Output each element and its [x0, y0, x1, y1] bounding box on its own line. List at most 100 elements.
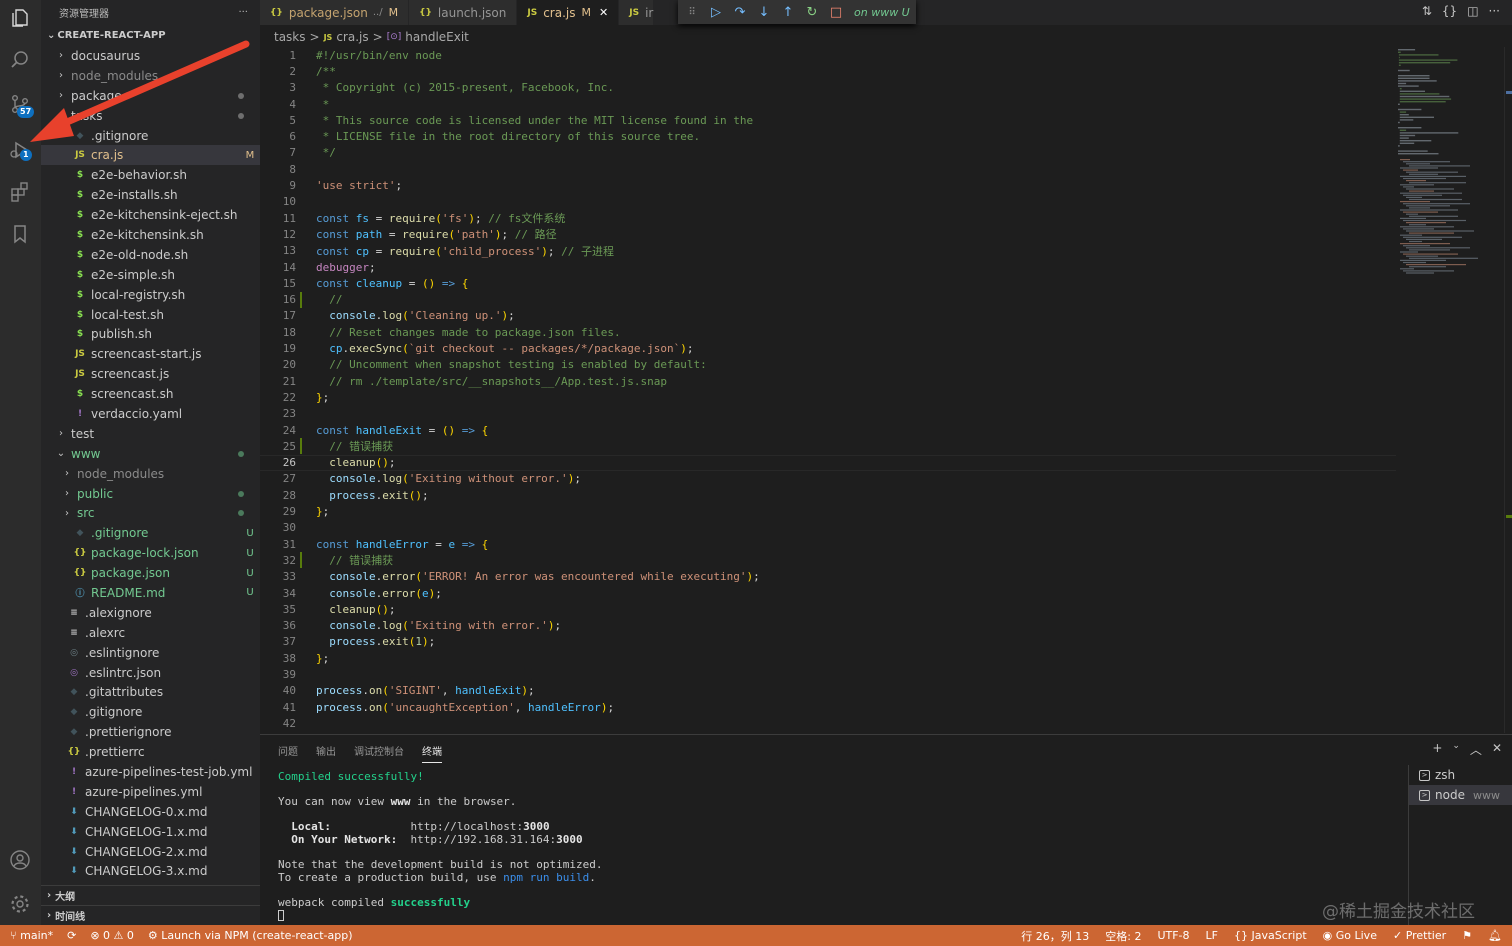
- line-number[interactable]: 32: [260, 554, 296, 567]
- code-line[interactable]: 5 * This source code is licensed under t…: [260, 112, 1396, 128]
- line-number[interactable]: 5: [260, 114, 296, 127]
- line-number[interactable]: 17: [260, 309, 296, 322]
- file-item[interactable]: ⬇ CHANGELOG-1.x.md: [41, 822, 260, 842]
- line-number[interactable]: 19: [260, 342, 296, 355]
- language-mode[interactable]: {} JavaScript: [1234, 929, 1307, 942]
- timeline-section[interactable]: › 时间线: [41, 905, 260, 925]
- line-number[interactable]: 39: [260, 668, 296, 681]
- folder-item[interactable]: › public: [41, 484, 260, 504]
- editor-tab[interactable]: {} launch.json: [409, 0, 518, 25]
- line-number[interactable]: 6: [260, 130, 296, 143]
- code-line[interactable]: 11 const fs = require('fs'); // fs文件系统: [260, 210, 1396, 226]
- sync-icon[interactable]: ⟳: [67, 929, 76, 942]
- file-item[interactable]: $ e2e-simple.sh: [41, 265, 260, 285]
- launch-config[interactable]: ⚙ Launch via NPM (create-react-app): [148, 929, 353, 942]
- editor-tab[interactable]: JS ir: [619, 0, 655, 25]
- line-number[interactable]: 40: [260, 684, 296, 697]
- code-line[interactable]: 37 process.exit(1);: [260, 634, 1396, 650]
- stop-icon[interactable]: □: [828, 5, 844, 20]
- code-line[interactable]: 8: [260, 161, 1396, 177]
- code-line[interactable]: 15 const cleanup = () => {: [260, 275, 1396, 291]
- code-line[interactable]: 1 #!/usr/bin/env node: [260, 47, 1396, 63]
- code-line[interactable]: 39: [260, 666, 1396, 682]
- code-line[interactable]: 27 console.log('Exiting without error.')…: [260, 471, 1396, 487]
- more-actions-icon[interactable]: ···: [1489, 4, 1500, 18]
- code-line[interactable]: 16 //: [260, 291, 1396, 308]
- bookmark-icon[interactable]: [8, 222, 32, 246]
- file-item[interactable]: ≡ .alexignore: [41, 603, 260, 623]
- folder-item[interactable]: › package: [41, 86, 260, 106]
- line-number[interactable]: 7: [260, 146, 296, 159]
- line-number[interactable]: 10: [260, 195, 296, 208]
- line-number[interactable]: 25: [260, 440, 296, 453]
- breadcrumb-symbol[interactable]: handleExit: [405, 30, 469, 44]
- folder-item[interactable]: › src: [41, 503, 260, 523]
- close-panel-icon[interactable]: ✕: [1492, 741, 1502, 758]
- folder-item[interactable]: ⌄ tasks: [41, 106, 260, 126]
- line-number[interactable]: 4: [260, 98, 296, 111]
- file-item[interactable]: $ e2e-installs.sh: [41, 185, 260, 205]
- line-number[interactable]: 28: [260, 489, 296, 502]
- file-item[interactable]: JS cra.js M: [41, 145, 260, 166]
- code-line[interactable]: 31 const handleError = e => {: [260, 536, 1396, 552]
- line-number[interactable]: 36: [260, 619, 296, 632]
- editor-tab[interactable]: {} package.json ../ M: [260, 0, 410, 25]
- code-line[interactable]: 33 console.error('ERROR! An error was en…: [260, 569, 1396, 585]
- code-line[interactable]: 10: [260, 194, 1396, 210]
- code-editor[interactable]: 1 #!/usr/bin/env node 2 /** 3 * Copyright (c…: [260, 47, 1396, 733]
- line-number[interactable]: 16: [260, 293, 296, 306]
- code-line[interactable]: 23: [260, 406, 1396, 422]
- code-line[interactable]: 13 const cp = require('child_process'); /…: [260, 243, 1396, 259]
- line-number[interactable]: 29: [260, 505, 296, 518]
- file-item[interactable]: ! verdaccio.yaml: [41, 404, 260, 424]
- outline-section[interactable]: › 大纲: [41, 885, 260, 905]
- search-icon[interactable]: [8, 48, 32, 72]
- more-actions-icon[interactable]: ···: [238, 7, 248, 18]
- line-number[interactable]: 41: [260, 701, 296, 714]
- line-number[interactable]: 24: [260, 424, 296, 437]
- file-item[interactable]: ! azure-pipelines-test-job.yml: [41, 762, 260, 782]
- file-item[interactable]: $ e2e-kitchensink-eject.sh: [41, 205, 260, 225]
- code-line[interactable]: 30: [260, 520, 1396, 536]
- continue-icon[interactable]: ▷: [708, 5, 724, 20]
- notifications-bell-icon[interactable]: 🔔︎: [1488, 929, 1502, 942]
- editor-tab[interactable]: JS cra.js M ✕: [517, 0, 620, 25]
- code-line[interactable]: 26 cleanup();: [260, 454, 1396, 471]
- panel-tab[interactable]: 调试控制台: [354, 743, 404, 763]
- extensions-icon[interactable]: [8, 180, 32, 204]
- file-item[interactable]: $ e2e-old-node.sh: [41, 245, 260, 265]
- braces-icon[interactable]: {}: [1442, 4, 1457, 18]
- file-item[interactable]: $ e2e-behavior.sh: [41, 165, 260, 185]
- folder-item[interactable]: ⌄ www: [41, 444, 260, 464]
- panel-tab[interactable]: 问题: [278, 743, 298, 763]
- code-line[interactable]: 19 cp.execSync(`git checkout -- packages…: [260, 340, 1396, 356]
- file-item[interactable]: $ e2e-kitchensink.sh: [41, 225, 260, 245]
- code-line[interactable]: 24 const handleExit = () => {: [260, 422, 1396, 438]
- split-editor-icon[interactable]: ◫: [1467, 4, 1478, 18]
- line-number[interactable]: 35: [260, 603, 296, 616]
- new-terminal-icon[interactable]: +: [1432, 741, 1442, 758]
- project-section-header[interactable]: ⌄ CREATE-REACT-APP: [41, 24, 260, 46]
- restart-icon[interactable]: ↻: [804, 5, 820, 20]
- file-item[interactable]: ◎ .eslintrc.json: [41, 663, 260, 683]
- maximize-panel-icon[interactable]: ︿: [1470, 741, 1482, 758]
- file-item[interactable]: JS screencast-start.js: [41, 344, 260, 364]
- network-url[interactable]: http://192.168.31.164:3000: [410, 833, 582, 846]
- file-item[interactable]: ⬇ CHANGELOG-2.x.md: [41, 842, 260, 862]
- code-line[interactable]: 7 */: [260, 145, 1396, 161]
- local-url[interactable]: http://localhost:3000: [410, 820, 549, 834]
- chevron-down-icon[interactable]: ⌄: [1452, 741, 1460, 758]
- line-number[interactable]: 31: [260, 538, 296, 551]
- file-item[interactable]: ! azure-pipelines.yml: [41, 782, 260, 802]
- file-item[interactable]: {} .prettierrc: [41, 742, 260, 762]
- line-number[interactable]: 2: [260, 65, 296, 78]
- code-line[interactable]: 36 console.log('Exiting with error.');: [260, 618, 1396, 634]
- code-line[interactable]: 18 // Reset changes made to package.json…: [260, 324, 1396, 340]
- code-line[interactable]: 38};: [260, 650, 1396, 666]
- encoding[interactable]: UTF-8: [1157, 929, 1189, 942]
- line-number[interactable]: 42: [260, 717, 296, 730]
- file-item[interactable]: $ publish.sh: [41, 324, 260, 344]
- editor-scrollbar[interactable]: [1504, 47, 1512, 733]
- step-out-icon[interactable]: ↑: [780, 5, 796, 20]
- line-number[interactable]: 3: [260, 81, 296, 94]
